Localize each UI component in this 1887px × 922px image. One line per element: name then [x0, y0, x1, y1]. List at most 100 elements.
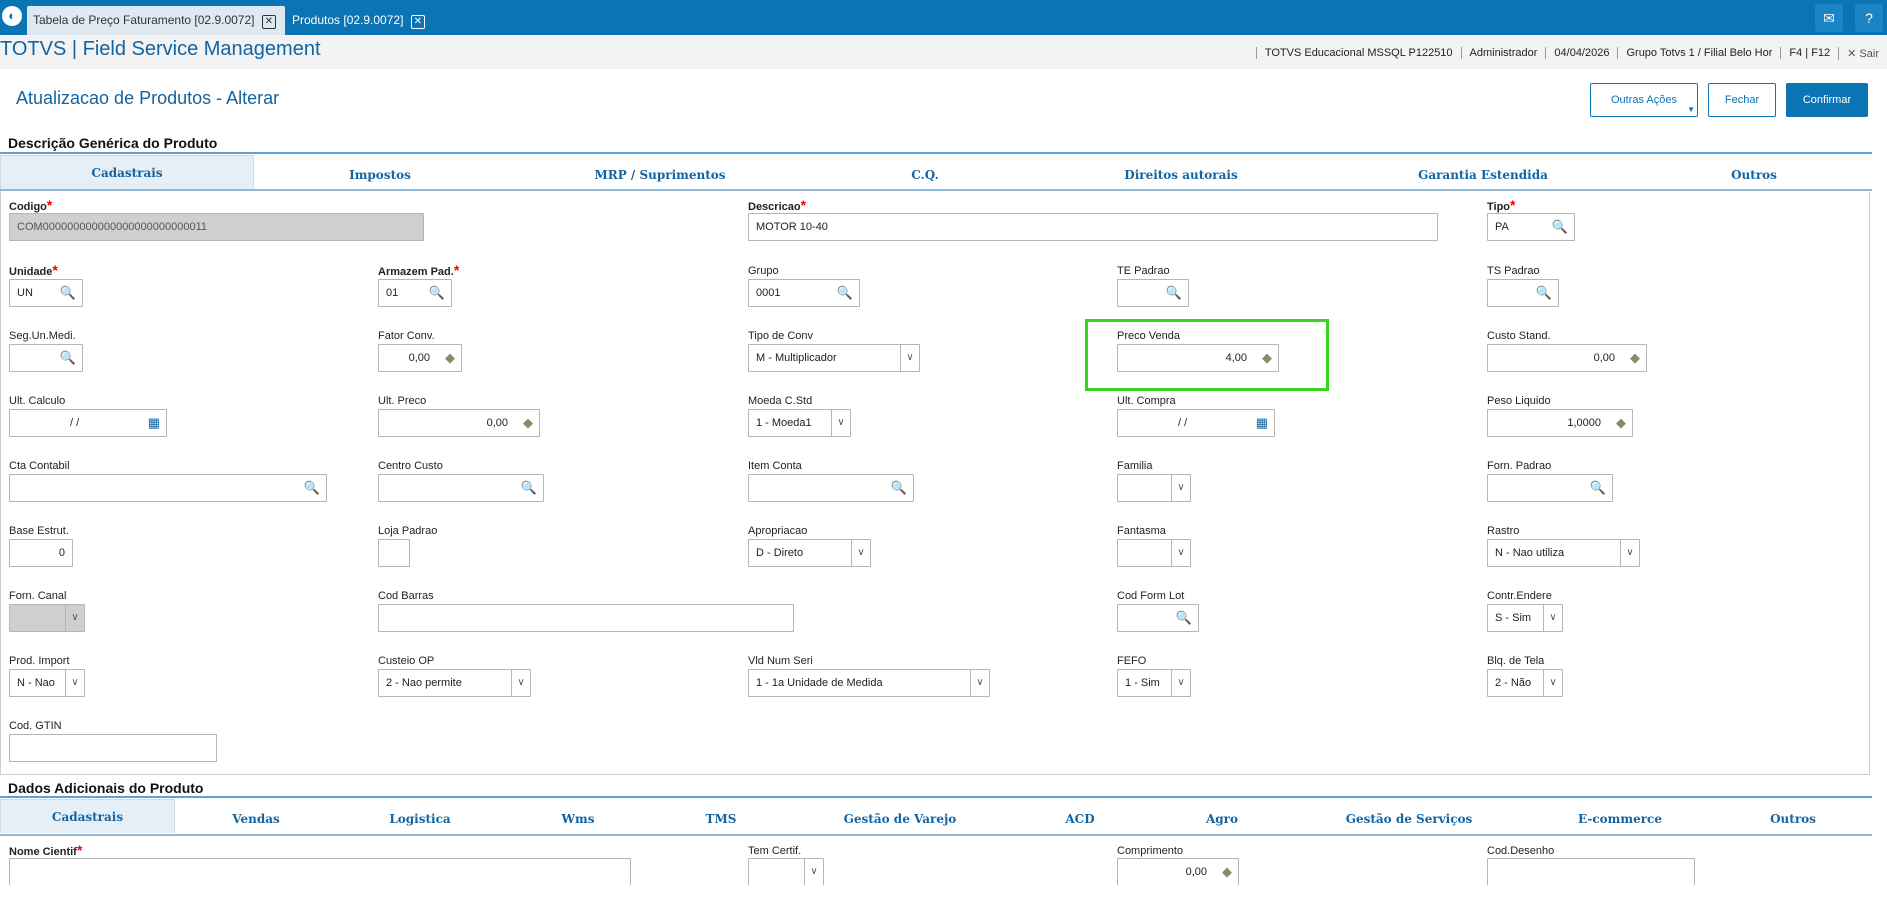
tab-impostos[interactable]: Impostos — [280, 155, 480, 189]
close-icon[interactable]: ✕ — [410, 15, 425, 29]
tab-wms[interactable]: Wms — [518, 799, 638, 833]
magnifier-icon[interactable]: 🔍 — [304, 479, 320, 497]
calendar-icon[interactable]: ▦ — [148, 414, 160, 432]
tab-acd[interactable]: ACD — [1020, 799, 1140, 833]
tab-tabela-preco[interactable]: Tabela de Preço Faturamento [02.9.0072] … — [27, 6, 285, 35]
magnifier-icon[interactable]: 🔍 — [891, 479, 907, 497]
status-branch[interactable]: Grupo Totvs 1 / Filial Belo Hor — [1617, 47, 1780, 59]
close-icon[interactable]: ✕ — [261, 15, 276, 29]
centro-custo-field[interactable]: 🔍 — [378, 474, 544, 502]
tab-gestao-servicos[interactable]: Gestão de Serviços — [1334, 799, 1484, 833]
outras-acoes-button[interactable]: Outras Ações ▼ — [1590, 83, 1698, 117]
loja-padrao-field[interactable] — [378, 539, 410, 567]
exit-button[interactable]: ✕ Sair — [1838, 46, 1887, 60]
tab-cadastrais[interactable]: Cadastrais — [0, 155, 254, 189]
comprimento-field[interactable]: 0,00 ◆ — [1117, 858, 1239, 886]
magnifier-icon[interactable]: 🔍 — [1176, 609, 1192, 627]
tab-garantia[interactable]: Garantia Estendida — [1383, 155, 1583, 189]
nome-cientif-field[interactable] — [9, 858, 631, 886]
tab-outros[interactable]: Outros — [1654, 155, 1854, 189]
chevron-down-icon[interactable]: ∨ — [1171, 670, 1190, 696]
ult-calculo-field[interactable]: / / ▦ — [9, 409, 167, 437]
chevron-down-icon[interactable]: ∨ — [1171, 475, 1190, 501]
chevron-down-icon[interactable]: ∨ — [970, 670, 989, 696]
moeda-select[interactable]: 1 - Moeda1 ∨ — [748, 409, 851, 437]
rastro-select[interactable]: N - Nao utiliza ∨ — [1487, 539, 1640, 567]
tab-tms[interactable]: TMS — [661, 799, 781, 833]
chevron-down-icon[interactable]: ∨ — [1543, 670, 1562, 696]
tab-ecommerce[interactable]: E-commerce — [1560, 799, 1680, 833]
armazem-field[interactable]: 01 🔍 — [378, 279, 452, 307]
item-conta-field[interactable]: 🔍 — [748, 474, 914, 502]
chevron-down-icon[interactable]: ∨ — [900, 345, 919, 371]
cod-barras-field[interactable] — [378, 604, 794, 632]
forn-padrao-field[interactable]: 🔍 — [1487, 474, 1613, 502]
magnifier-icon[interactable]: 🔍 — [1552, 218, 1568, 236]
prod-import-select[interactable]: N - Nao ∨ — [9, 669, 85, 697]
custeio-op-select[interactable]: 2 - Nao permite ∨ — [378, 669, 531, 697]
vld-num-seri-select[interactable]: 1 - 1a Unidade de Medida ∨ — [748, 669, 990, 697]
totvs-logo-icon[interactable]: ◐ — [2, 6, 22, 26]
tab-cq[interactable]: C.Q. — [825, 155, 1025, 189]
chevron-down-icon[interactable]: ∨ — [1543, 605, 1562, 631]
ult-compra-field[interactable]: / / ▦ — [1117, 409, 1275, 437]
status-user[interactable]: Administrador — [1460, 47, 1546, 59]
blq-tela-select[interactable]: 2 - Não ∨ — [1487, 669, 1563, 697]
confirmar-button[interactable]: Confirmar — [1786, 83, 1868, 117]
contr-endere-select[interactable]: S - Sim ∨ — [1487, 604, 1563, 632]
fantasma-select[interactable]: ∨ — [1117, 539, 1191, 567]
magnifier-icon[interactable]: 🔍 — [1590, 479, 1606, 497]
peso-liquido-field[interactable]: 1,0000 ◆ — [1487, 409, 1633, 437]
chevron-down-icon[interactable]: ∨ — [831, 410, 850, 436]
tab-mrp[interactable]: MRP / Suprimentos — [560, 155, 760, 189]
chevron-down-icon[interactable]: ∨ — [65, 670, 84, 696]
tem-certif-select[interactable]: ∨ — [748, 858, 824, 886]
tipo-conv-select[interactable]: M - Multiplicador ∨ — [748, 344, 920, 372]
magnifier-icon[interactable]: 🔍 — [1536, 284, 1552, 302]
magnifier-icon[interactable]: 🔍 — [521, 479, 537, 497]
ult-preco-field[interactable]: 0,00 ◆ — [378, 409, 540, 437]
magnifier-icon[interactable]: 🔍 — [429, 284, 445, 302]
tab-direitos[interactable]: Direitos autorais — [1081, 155, 1281, 189]
status-shortcuts[interactable]: F4 | F12 — [1780, 47, 1838, 59]
calculator-icon[interactable]: ◆ — [523, 414, 533, 432]
tab-agro[interactable]: Agro — [1162, 799, 1282, 833]
chevron-down-icon[interactable]: ∨ — [1171, 540, 1190, 566]
seg-un-field[interactable]: 🔍 — [9, 344, 83, 372]
tab-vendas[interactable]: Vendas — [196, 799, 316, 833]
status-environment[interactable]: TOTVS Educacional MSSQL P122510 — [1255, 47, 1461, 59]
cod-form-lot-field[interactable]: 🔍 — [1117, 604, 1199, 632]
codigo-field[interactable]: COM000000000000000000000000011 — [9, 213, 424, 241]
cta-contabil-field[interactable]: 🔍 — [9, 474, 327, 502]
chevron-down-icon[interactable]: ∨ — [65, 605, 84, 631]
cod-desenho-field[interactable] — [1487, 858, 1695, 886]
familia-select[interactable]: ∨ — [1117, 474, 1191, 502]
fechar-button[interactable]: Fechar — [1708, 83, 1776, 117]
magnifier-icon[interactable]: 🔍 — [60, 284, 76, 302]
calculator-icon[interactable]: ◆ — [445, 349, 455, 367]
tab-cadastrais-2[interactable]: Cadastrais — [0, 799, 175, 833]
descricao-field[interactable]: MOTOR 10-40 — [748, 213, 1438, 241]
grupo-field[interactable]: 0001 🔍 — [748, 279, 860, 307]
magnifier-icon[interactable]: 🔍 — [1166, 284, 1182, 302]
magnifier-icon[interactable]: 🔍 — [60, 349, 76, 367]
calculator-icon[interactable]: ◆ — [1616, 414, 1626, 432]
status-date[interactable]: 04/04/2026 — [1545, 47, 1617, 59]
chevron-down-icon[interactable]: ∨ — [511, 670, 530, 696]
tab-produtos[interactable]: Produtos [02.9.0072] ✕ — [286, 6, 436, 35]
apropriacao-select[interactable]: D - Direto ∨ — [748, 539, 871, 567]
calculator-icon[interactable]: ◆ — [1630, 349, 1640, 367]
tab-varejo[interactable]: Gestão de Varejo — [830, 799, 970, 833]
chevron-down-icon[interactable]: ∨ — [804, 859, 823, 885]
chevron-down-icon[interactable]: ∨ — [851, 540, 870, 566]
chevron-down-icon[interactable]: ∨ — [1620, 540, 1639, 566]
help-icon[interactable]: ? — [1855, 4, 1883, 32]
mail-icon[interactable]: ✉ — [1815, 4, 1843, 32]
calendar-icon[interactable]: ▦ — [1256, 414, 1268, 432]
tab-logistica[interactable]: Logistica — [360, 799, 480, 833]
custo-stand-field[interactable]: 0,00 ◆ — [1487, 344, 1647, 372]
tab-outros-2[interactable]: Outros — [1733, 799, 1853, 833]
tipo-field[interactable]: PA 🔍 — [1487, 213, 1575, 241]
calculator-icon[interactable]: ◆ — [1222, 863, 1232, 881]
forn-canal-select[interactable]: ∨ — [9, 604, 85, 632]
